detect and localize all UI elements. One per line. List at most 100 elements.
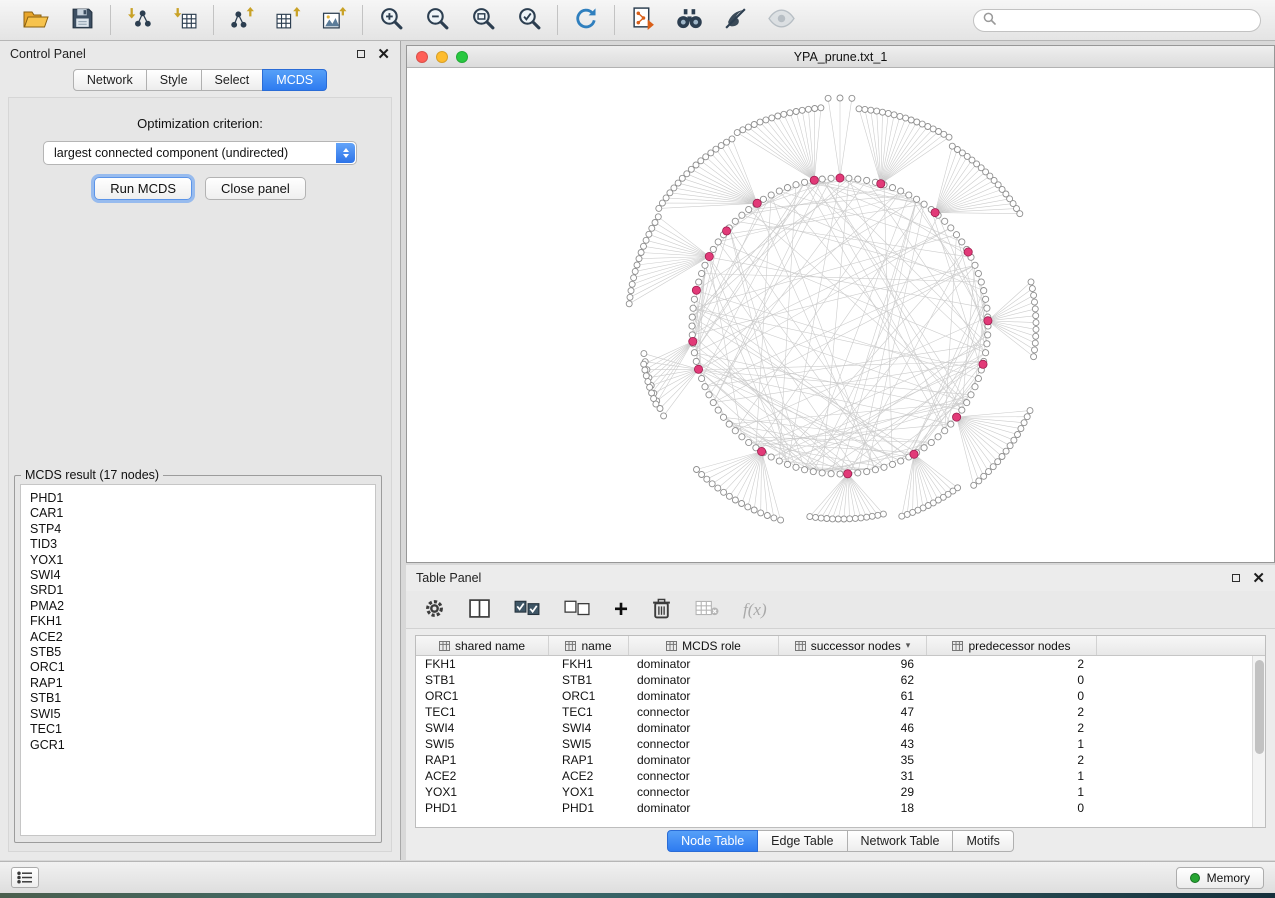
plus-icon: + [614,600,628,620]
close-panel-icon[interactable]: ✕ [377,47,390,62]
export-network-button[interactable] [227,5,257,35]
export-image-button[interactable] [319,5,349,35]
zoom-fit-button[interactable] [468,5,498,35]
mcds-result-item[interactable]: RAP1 [30,676,375,691]
close-panel-icon[interactable]: ✕ [1252,571,1265,586]
mcds-result-item[interactable]: STB1 [30,691,375,706]
table-header-row: shared name name MCDS role successor nod… [416,636,1265,656]
export-table-button[interactable] [273,5,303,35]
control-panel-tabs: Network Style Select MCDS [0,69,400,91]
table-settings-button[interactable] [424,598,445,622]
column-grid-icon [439,641,450,651]
table-row[interactable]: ACE2 ACE2 connector 31 1 [416,768,1252,784]
function-builder-button[interactable]: f(x) [743,600,767,620]
mcds-result-item[interactable]: GCR1 [30,738,375,753]
application-window: Control Panel ✕ Network Style Select MCD… [0,0,1275,898]
close-window-icon[interactable] [416,51,428,63]
table-row[interactable]: ORC1 ORC1 dominator 61 0 [416,688,1252,704]
table-row[interactable]: SWI4 SWI4 dominator 46 2 [416,720,1252,736]
control-panel-tab[interactable]: Network [73,69,147,91]
column-grid-icon [795,641,806,651]
table-panel-tab[interactable]: Node Table [667,830,758,852]
table-panel-tab[interactable]: Edge Table [757,830,847,852]
float-panel-icon[interactable] [1232,574,1240,582]
mcds-result-item[interactable]: SWI4 [30,568,375,583]
find-button[interactable] [674,5,704,35]
close-panel-button[interactable]: Close panel [205,177,306,200]
network-canvas[interactable] [407,68,1274,562]
memory-button[interactable]: Memory [1176,867,1264,889]
control-panel: Control Panel ✕ Network Style Select MCD… [0,41,401,860]
table-row[interactable]: STB1 STB1 dominator 62 0 [416,672,1252,688]
delete-column-button[interactable] [652,598,671,622]
zoom-in-button[interactable] [376,5,406,35]
zoom-out-button[interactable] [422,5,452,35]
import-network-button[interactable] [124,5,154,35]
save-button[interactable] [67,5,97,35]
control-panel-tab[interactable]: Style [146,69,202,91]
minimize-window-icon[interactable] [436,51,448,63]
mcds-result-item[interactable]: PMA2 [30,599,375,614]
control-panel-tab[interactable]: Select [201,69,264,91]
clone-network-button[interactable] [628,5,658,35]
table-row[interactable]: RAP1 RAP1 dominator 35 2 [416,752,1252,768]
binoculars-icon [676,7,703,33]
control-panel-tab[interactable]: MCDS [262,69,327,91]
table-panel-titlebar: Table Panel ✕ [406,565,1275,591]
zoom-in-icon [379,6,404,34]
mcds-result-item[interactable]: CAR1 [30,506,375,521]
mcds-result-item[interactable]: YOX1 [30,553,375,568]
style-toggle-button[interactable] [720,5,750,35]
table-toolbar: + f(x) [406,591,1275,629]
show-columns-button[interactable] [469,599,490,621]
table-row[interactable]: YOX1 YOX1 connector 29 1 [416,784,1252,800]
column-header-mcds-role[interactable]: MCDS role [629,636,779,655]
mcds-result-title: MCDS result (17 nodes) [21,468,163,482]
refresh-button[interactable] [571,5,601,35]
delete-table-button[interactable] [695,600,719,619]
import-table-button[interactable] [170,5,200,35]
column-header-predecessor-nodes[interactable]: predecessor nodes [927,636,1097,655]
float-panel-icon[interactable] [357,50,365,58]
show-hide-button[interactable] [766,5,796,35]
zoom-fit-icon [471,6,496,34]
mcds-result-item[interactable]: SRD1 [30,583,375,598]
zoom-selected-button[interactable] [514,5,544,35]
mcds-result-item[interactable]: STP4 [30,522,375,537]
unchecked-boxes-icon [564,600,590,619]
import-table-icon [173,6,198,34]
memory-label: Memory [1207,871,1250,885]
table-row[interactable]: SWI5 SWI5 connector 43 1 [416,736,1252,752]
mcds-result-item[interactable]: TEC1 [30,722,375,737]
control-panel-title: Control Panel [10,47,86,61]
status-bar: Memory [0,861,1275,893]
task-history-button[interactable] [11,867,39,888]
search-field[interactable] [973,9,1261,32]
column-header-successor-nodes[interactable]: successor nodes ▾ [779,636,927,655]
column-header-shared-name[interactable]: shared name [416,636,549,655]
mcds-result-item[interactable]: TID3 [30,537,375,552]
mcds-result-item[interactable]: ACE2 [30,630,375,645]
run-mcds-button[interactable]: Run MCDS [94,177,192,200]
table-scrollbar-thumb[interactable] [1255,660,1264,754]
table-row[interactable]: FKH1 FKH1 dominator 96 2 [416,656,1252,672]
table-row[interactable]: TEC1 TEC1 connector 47 2 [416,704,1252,720]
mcds-result-item[interactable]: ORC1 [30,660,375,675]
table-panel-tab[interactable]: Motifs [952,830,1013,852]
create-column-button[interactable]: + [614,600,628,620]
deselect-all-button[interactable] [564,600,590,619]
search-input[interactable] [1002,13,1251,27]
select-all-button[interactable] [514,600,540,619]
open-file-button[interactable] [21,5,51,35]
mcds-result-item[interactable]: PHD1 [30,491,375,506]
optimization-criterion-select[interactable]: largest connected component (undirected) [43,141,357,165]
table-scrollbar[interactable] [1252,656,1265,827]
mcds-result-item[interactable]: FKH1 [30,614,375,629]
open-folder-icon [23,8,49,33]
mcds-result-item[interactable]: SWI5 [30,707,375,722]
table-panel-tab[interactable]: Network Table [847,830,954,852]
column-header-name[interactable]: name [549,636,629,655]
maximize-window-icon[interactable] [456,51,468,63]
table-row[interactable]: PHD1 PHD1 dominator 18 0 [416,800,1252,816]
mcds-result-item[interactable]: STB5 [30,645,375,660]
